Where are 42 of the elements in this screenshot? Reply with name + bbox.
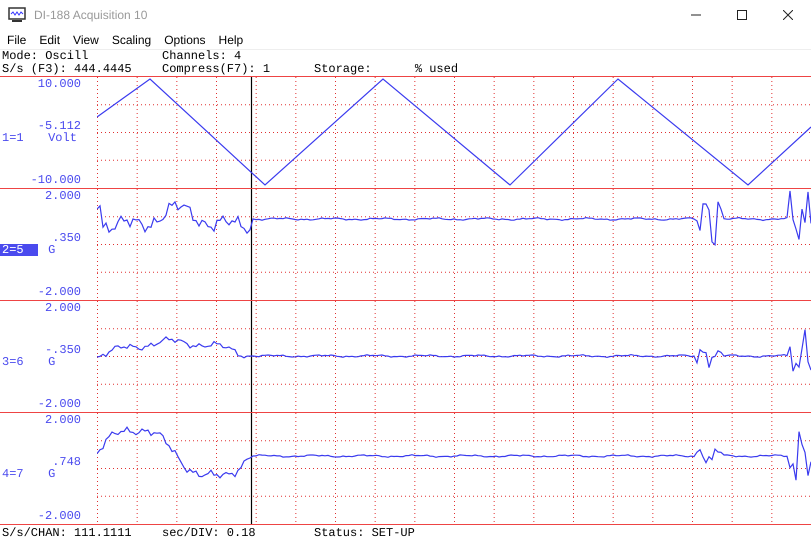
status-text: Status: SET-UP [314,526,415,540]
info-text: S/s (F3): 444.4445 [2,63,133,76]
channel-label[interactable]: 4=7 [0,468,38,480]
close-icon[interactable] [783,10,793,20]
channel-label[interactable]: 1=1 [0,132,38,144]
channel-label[interactable]: 2=5 [0,244,38,256]
scale-max: 2.000 [44,414,81,426]
app-icon [8,7,26,23]
info-text: Compress(F7): 1 [162,63,272,76]
scale-max: 2.000 [44,190,81,202]
menu-item[interactable]: Scaling [104,32,158,46]
maximize-icon[interactable] [737,10,747,20]
unit-label: G [47,356,56,368]
info-text: Mode: Oscill [2,50,90,63]
unit-label: G [47,468,56,480]
status-text: S/s/CHAN: 111.1111 [2,526,133,540]
menu-item[interactable]: Options [157,32,212,46]
scale-min: -10.000 [30,174,81,186]
info-text: Channels: 4 [162,50,242,63]
scale-value: .350 [52,232,81,244]
channel-label[interactable]: 3=6 [0,356,38,368]
menu-item[interactable]: File [0,32,32,46]
scale-max: 2.000 [44,302,81,314]
scale-min: -2.000 [38,398,81,410]
menu-item[interactable]: Help [212,32,250,46]
scale-min: -2.000 [38,286,81,298]
info-text: Storage: % used [314,63,458,76]
menu-item[interactable]: View [66,32,105,46]
status-text: sec/DIV: 0.18 [162,526,257,540]
cursor-line[interactable] [250,77,252,188]
cursor-line[interactable] [250,301,252,412]
scale-min: -2.000 [38,510,81,522]
scale-value: .748 [52,456,81,468]
cursor-line[interactable] [250,413,252,524]
scale-max: 10.000 [38,78,81,90]
scale-value: -.350 [44,344,81,356]
menu-item[interactable]: Edit [32,32,66,46]
cursor-line[interactable] [250,189,252,300]
scale-value: -5.112 [38,120,81,132]
unit-label: G [47,244,56,256]
unit-label: Volt [47,132,78,144]
window-title: DI-188 Acquisition 10 [34,8,148,22]
